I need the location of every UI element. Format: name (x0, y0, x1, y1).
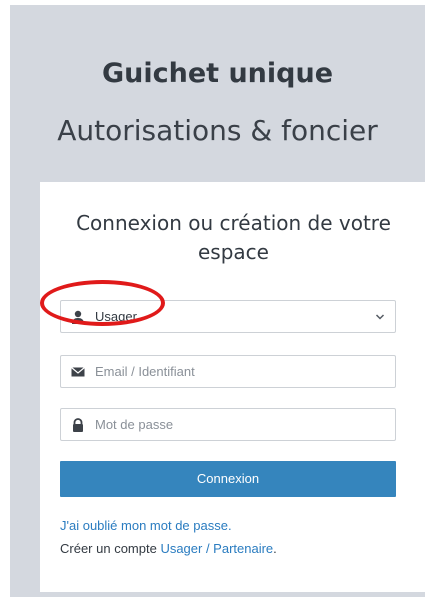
login-heading-text: Connexion ou création de votre espace (76, 211, 391, 264)
create-account-text: Créer un compte Usager / Partenaire. (60, 541, 277, 557)
password-placeholder: Mot de passe (95, 417, 174, 432)
email-placeholder: Email / Identifiant (95, 364, 195, 379)
login-card: Connexion ou création de votre espace Us… (40, 182, 425, 592)
page-title: Guichet unique (101, 58, 334, 89)
login-heading: Connexion ou création de votre espace (40, 209, 425, 267)
create-account-prefix: Créer un compte (60, 541, 161, 556)
create-account-suffix: . (273, 541, 277, 556)
page-subtitle: Autorisations & foncier (57, 114, 378, 147)
lock-icon (73, 418, 83, 432)
password-field[interactable]: Mot de passe (60, 408, 396, 441)
forgot-password-link[interactable]: J'ai oublié mon mot de passe. (60, 518, 232, 534)
user-icon (72, 310, 84, 324)
envelope-icon (71, 367, 85, 377)
create-account-link[interactable]: Usager / Partenaire (160, 541, 273, 556)
user-type-value: Usager (95, 309, 137, 324)
login-button[interactable]: Connexion (60, 461, 396, 497)
page-background: Guichet unique Autorisations & foncier C… (10, 5, 425, 597)
chevron-down-icon (375, 314, 385, 320)
user-type-select[interactable]: Usager (60, 300, 396, 333)
email-field[interactable]: Email / Identifiant (60, 355, 396, 388)
